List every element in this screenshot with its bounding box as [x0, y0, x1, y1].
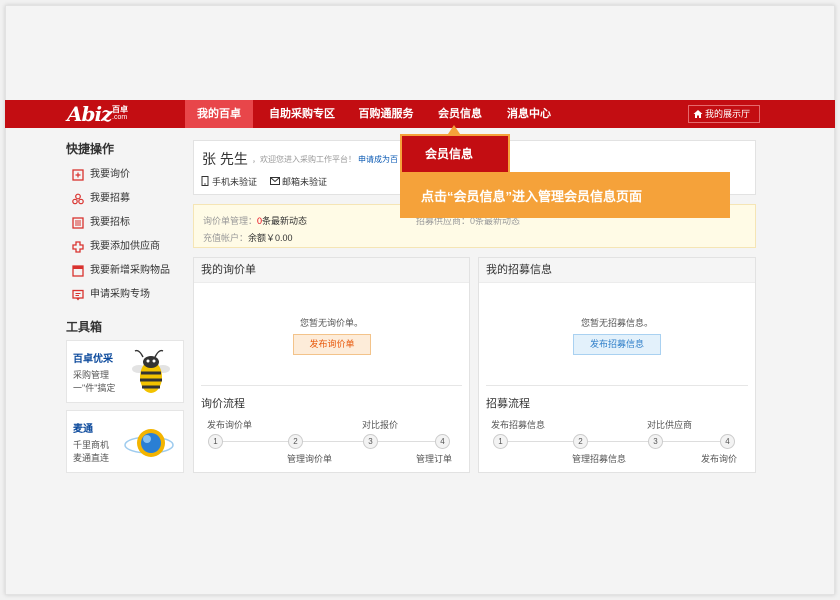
add-item-icon — [72, 265, 84, 277]
nav-message-center[interactable]: 消息中心 — [497, 100, 561, 128]
divider — [486, 385, 748, 386]
account-balance: 余额￥0.00 — [248, 233, 293, 243]
sidebar-item-label: 我要添加供应商 — [90, 241, 160, 252]
flow-step: 3 — [648, 434, 663, 449]
welcome-text: ，欢迎您进入采购工作平台！ — [252, 155, 356, 164]
email-status-label: 邮箱未验证 — [282, 177, 328, 187]
flow-step: 2 — [573, 434, 588, 449]
publish-inquiry-button[interactable]: 发布询价单 — [293, 334, 371, 355]
tender-icon — [72, 217, 84, 229]
account-stat: 充值帐户：余额￥0.00 — [203, 231, 293, 244]
top-navbar: Abiz 百卓 .com 我的百卓 自助采购专区 百购通服务 会员信息 消息中心… — [5, 100, 835, 128]
inquiry-icon — [72, 169, 84, 181]
tool-name: 百卓优采 — [73, 354, 113, 365]
toolbox-title: 工具箱 — [66, 320, 103, 334]
recruit-icon — [72, 193, 84, 205]
divider — [201, 385, 462, 386]
inquiry-stat-label: 询价单管理： — [203, 216, 258, 226]
callout-tab-label: 会员信息 — [425, 147, 474, 161]
tool-maitong[interactable]: 麦通 千里商机 麦通直连 — [66, 410, 184, 473]
account-label: 充值帐户： — [203, 233, 249, 243]
add-supplier-icon — [72, 241, 84, 253]
my-showroom-button[interactable]: 我的展示厅 — [688, 105, 760, 123]
inquiry-stat[interactable]: 询价单管理：0条最新动态 — [203, 214, 307, 227]
quick-actions-title: 快捷操作 — [66, 142, 115, 156]
nav-self-purchase[interactable]: 自助采购专区 — [260, 100, 344, 128]
phone-verify-status[interactable]: 手机未验证 — [200, 175, 257, 188]
inquiry-box-title: 我的询价单 — [194, 258, 469, 283]
logo-mark: Abiz — [67, 102, 112, 126]
callout-banner-text: 点击“会员信息”进入管理会员信息页面 — [421, 189, 643, 204]
flow-step: 1 — [493, 434, 508, 449]
apply-member-link[interactable]: 申请成为百 — [358, 154, 398, 165]
sidebar-item-label: 我要招标 — [90, 217, 130, 228]
flow-step-label: 发布招募信息 — [491, 420, 546, 430]
home-icon — [693, 110, 703, 118]
email-verify-status[interactable]: 邮箱未验证 — [270, 175, 327, 188]
tool-desc: 千里商机 — [73, 440, 110, 450]
sidebar-item-label: 我要询价 — [90, 169, 130, 180]
sidebar-item-inquiry[interactable]: 我要询价 — [72, 167, 130, 183]
sidebar-item-recruit[interactable]: 我要招募 — [72, 191, 130, 207]
inquiry-stat-suffix: 条最新动态 — [262, 216, 308, 226]
callout-arrow — [448, 125, 460, 134]
globe-icon — [124, 429, 174, 457]
recruit-flow-title: 招募流程 — [486, 398, 530, 410]
sidebar-item-label: 我要新增采购物品 — [90, 265, 170, 276]
flow-step: 4 — [720, 434, 735, 449]
inquiry-empty-text: 您暂无询价单。 — [299, 318, 363, 328]
sidebar-item-apply[interactable]: 申请采购专场 — [72, 287, 150, 303]
callout-member-tab[interactable]: 会员信息 — [400, 134, 510, 172]
nav-member-info[interactable]: 会员信息 — [428, 100, 492, 128]
flow-step: 1 — [208, 434, 223, 449]
flow-line — [214, 441, 446, 442]
sidebar-item-label: 申请采购专场 — [90, 289, 150, 300]
inquiry-flow-title: 询价流程 — [201, 398, 245, 410]
logo-com: .com — [112, 114, 128, 121]
apply-icon — [72, 289, 84, 301]
flow-step-label: 管理招募信息 — [572, 454, 627, 464]
mail-icon — [270, 177, 280, 185]
tool-desc: 一"件"搞定 — [73, 383, 116, 393]
flow-step: 3 — [363, 434, 378, 449]
flow-step-label: 对比供应商 — [647, 420, 693, 430]
sidebar-item-label: 我要招募 — [90, 193, 130, 204]
tool-desc: 麦通直连 — [73, 453, 110, 463]
publish-recruit-button[interactable]: 发布招募信息 — [573, 334, 661, 355]
nav-baigoutong[interactable]: 百购通服务 — [350, 100, 422, 128]
flow-step: 2 — [288, 434, 303, 449]
recruit-box: 我的招募信息 您暂无招募信息。 发布招募信息 招募流程 发布招募信息 对比供应商… — [478, 257, 756, 473]
bee-icon — [132, 349, 170, 393]
sidebar-item-add-supplier[interactable]: 我要添加供应商 — [72, 239, 160, 255]
inquiry-box: 我的询价单 您暂无询价单。 发布询价单 询价流程 发布询价单 对比报价 1 2 … — [193, 257, 470, 473]
recruit-empty-text: 您暂无招募信息。 — [580, 318, 653, 328]
flow-step-label: 对比报价 — [362, 420, 399, 430]
sidebar-item-tender[interactable]: 我要招标 — [72, 215, 130, 231]
phone-icon — [201, 176, 209, 186]
tool-desc: 采购管理 — [73, 370, 110, 380]
showroom-label: 我的展示厅 — [705, 109, 751, 119]
flow-step-label: 管理订单 — [416, 454, 453, 464]
callout-banner: 点击“会员信息”进入管理会员信息页面 — [400, 172, 730, 218]
abiz-logo[interactable]: Abiz 百卓 .com — [67, 102, 137, 126]
sidebar-item-add-item[interactable]: 我要新增采购物品 — [72, 263, 170, 279]
tool-baizhuo-youcai[interactable]: 百卓优采 采购管理 一"件"搞定 — [66, 340, 184, 403]
flow-line — [499, 441, 731, 442]
phone-status-label: 手机未验证 — [212, 177, 258, 187]
flow-step: 4 — [435, 434, 450, 449]
flow-step-label: 发布询价单 — [207, 420, 253, 430]
user-name: 张 先生 — [202, 151, 248, 167]
recruit-box-title: 我的招募信息 — [479, 258, 755, 283]
flow-step-label: 管理询价单 — [287, 454, 333, 464]
logo-cn: 百卓 — [112, 105, 128, 114]
nav-my-baizhuo[interactable]: 我的百卓 — [185, 100, 253, 128]
tool-name: 麦通 — [73, 424, 93, 435]
flow-step-label: 发布询价 — [701, 454, 738, 464]
